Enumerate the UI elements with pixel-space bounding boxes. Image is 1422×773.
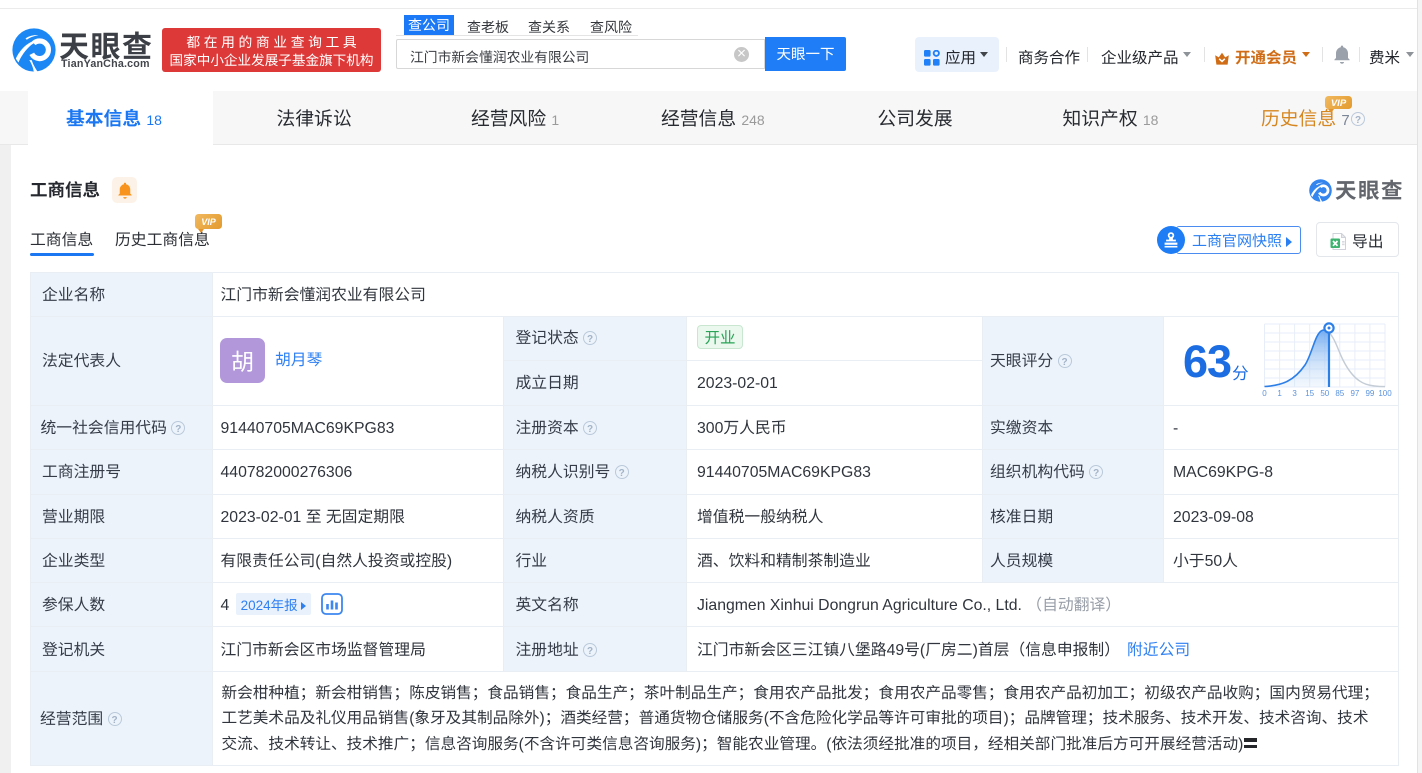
svg-text:97: 97	[1350, 389, 1359, 398]
svg-text:99: 99	[1365, 389, 1374, 398]
svg-text:100: 100	[1378, 389, 1392, 398]
svg-text:3: 3	[1292, 389, 1297, 398]
svg-text:1: 1	[1277, 389, 1282, 398]
svg-text:50: 50	[1320, 389, 1329, 398]
svg-text:85: 85	[1335, 389, 1344, 398]
svg-text:15: 15	[1305, 389, 1314, 398]
svg-text:0: 0	[1262, 389, 1267, 398]
